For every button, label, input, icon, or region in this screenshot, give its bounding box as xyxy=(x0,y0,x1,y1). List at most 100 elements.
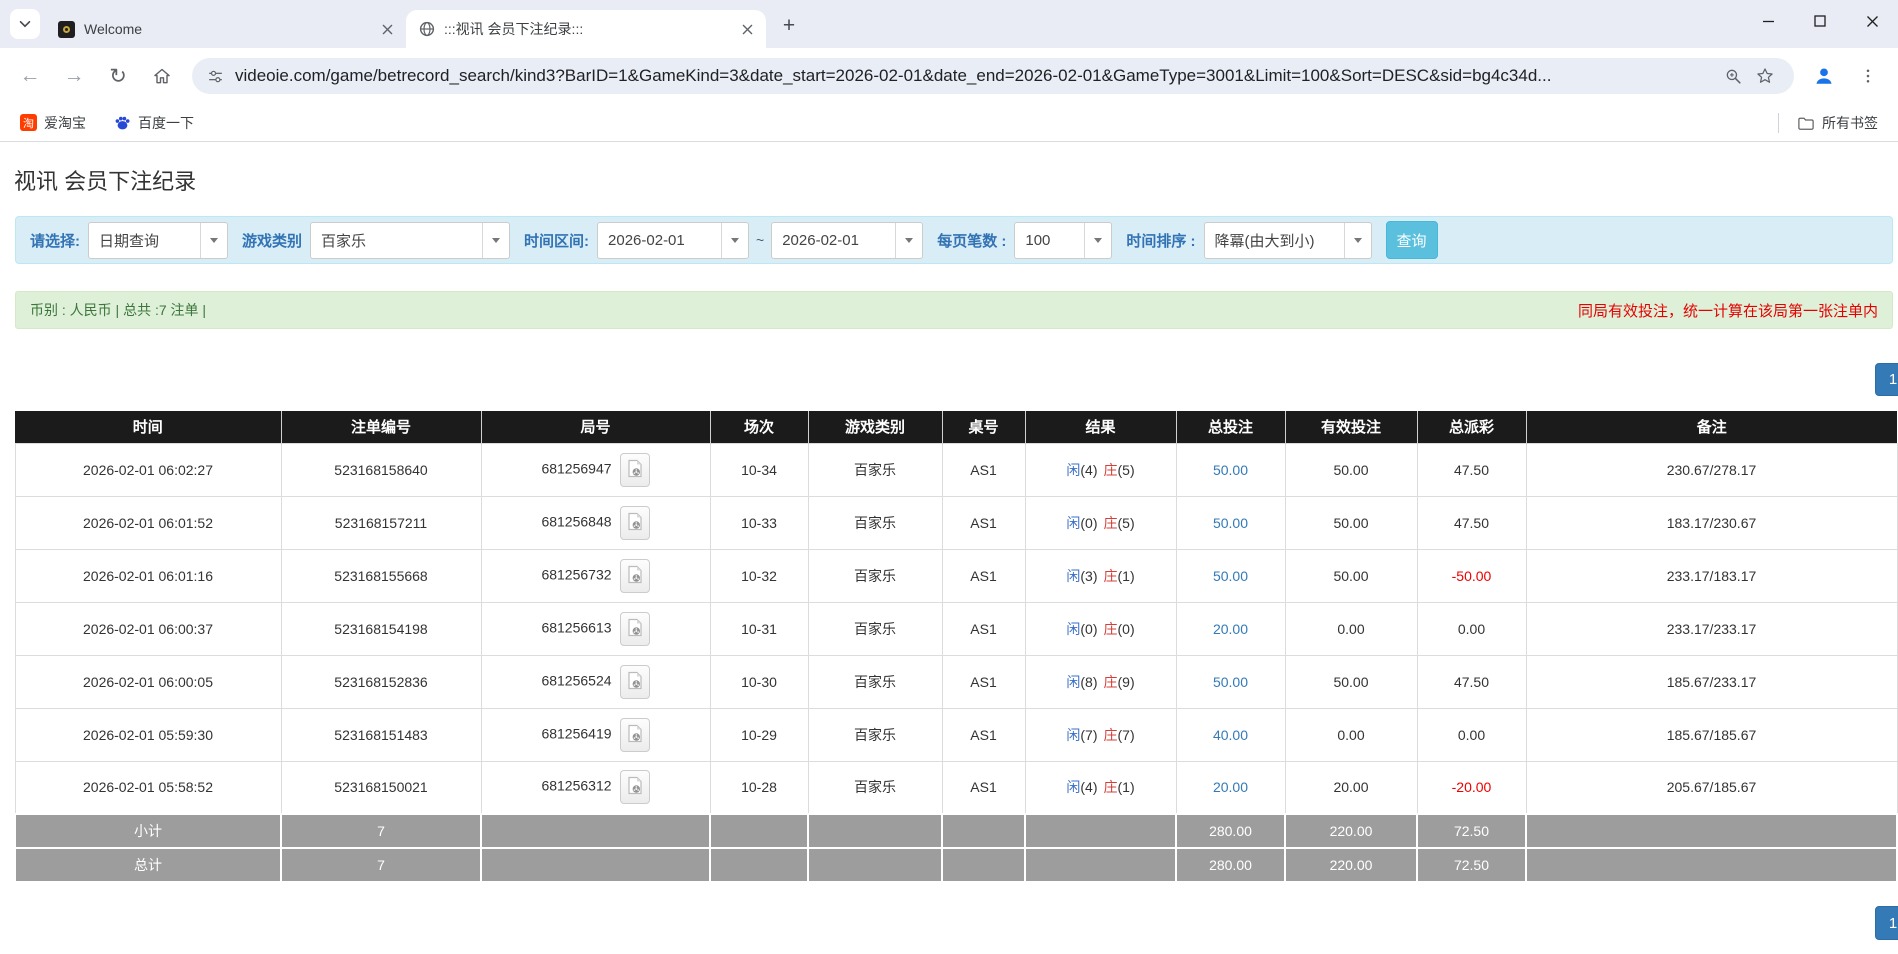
table-row: 2026-02-01 06:02:27 523168158640 681256947… xyxy=(14,442,1898,497)
video-replay-button[interactable] xyxy=(619,664,650,699)
cell-valid-bet: 20.00 xyxy=(1284,760,1418,815)
col-round-number: 局号 xyxy=(481,411,711,443)
tab-strip: Welcome :::视讯 会员下注纪录::: + xyxy=(0,0,1898,48)
kebab-menu-icon xyxy=(1866,69,1870,83)
sort-select[interactable]: 降冪(由大到小) xyxy=(1203,221,1372,259)
url-text[interactable]: videoie.com/game/betrecord_search/kind3?… xyxy=(235,66,1716,86)
tab-search-button[interactable] xyxy=(10,9,40,39)
round-number: 681256419 xyxy=(541,725,612,742)
cell-total-bet[interactable]: 20.00 xyxy=(1175,601,1286,656)
video-replay-button[interactable] xyxy=(619,558,650,593)
search-button[interactable]: 查询 xyxy=(1385,221,1438,259)
result-player-score: (8) xyxy=(1080,673,1098,690)
cell-round-number: 681256419 xyxy=(480,707,711,762)
cell-time: 2026-02-01 06:00:37 xyxy=(14,601,282,656)
cell-total-bet[interactable]: 50.00 xyxy=(1175,495,1286,550)
date-mode-select[interactable]: 日期查询 xyxy=(88,221,228,259)
cell-payout: -20.00 xyxy=(1416,760,1527,815)
table-row: 2026-02-01 05:58:52 523168150021 681256312… xyxy=(14,760,1898,815)
cell-game-kind: 百家乐 xyxy=(807,548,943,603)
cell-total-bet[interactable]: 50.00 xyxy=(1175,442,1286,497)
tab-close-icon[interactable] xyxy=(378,20,396,38)
bookmark-label: 百度一下 xyxy=(138,114,194,131)
film-document-icon xyxy=(627,724,643,746)
subtotal-empty-cell xyxy=(1024,813,1177,849)
subtotal-total-bet: 280.00 xyxy=(1175,813,1286,849)
round-number: 681256848 xyxy=(541,513,612,530)
minimize-button[interactable] xyxy=(1742,6,1794,36)
forward-button[interactable]: → xyxy=(55,57,93,95)
per-page-value: 100 xyxy=(1025,231,1051,249)
filter-bar: 请选择: 日期查询 游戏类别 百家乐 时间区间: 2026-02-01 ~ 20… xyxy=(15,216,1893,264)
cell-total-bet[interactable]: 40.00 xyxy=(1175,707,1286,762)
back-button[interactable]: ← xyxy=(11,57,49,95)
tab-bet-records[interactable]: :::视讯 会员下注纪录::: xyxy=(406,10,766,48)
subtotal-payout: 72.50 xyxy=(1416,813,1527,849)
cell-game-kind: 百家乐 xyxy=(807,654,943,709)
globe-favicon-icon xyxy=(418,21,435,38)
per-page-select[interactable]: 100 xyxy=(1014,221,1113,259)
home-button[interactable] xyxy=(143,57,181,95)
grand-total-empty-cell xyxy=(1525,847,1898,883)
browser-menu-button[interactable] xyxy=(1849,57,1887,95)
cell-payout: 0.00 xyxy=(1416,601,1527,656)
grand-total-total-bet: 280.00 xyxy=(1175,847,1286,883)
video-replay-button[interactable] xyxy=(619,717,650,752)
tab-welcome[interactable]: Welcome xyxy=(46,10,406,48)
video-replay-button[interactable] xyxy=(619,611,650,646)
bookmark-star-icon[interactable] xyxy=(1750,61,1780,91)
page-1-button[interactable]: 1 xyxy=(1875,363,1898,396)
cell-table-number: AS1 xyxy=(941,601,1026,656)
new-tab-button[interactable]: + xyxy=(774,11,804,41)
close-window-button[interactable] xyxy=(1846,6,1898,36)
address-bar[interactable]: videoie.com/game/betrecord_search/kind3?… xyxy=(192,58,1794,94)
cell-bet-number: 523168150021 xyxy=(280,760,482,815)
result-banker-score: (5) xyxy=(1117,461,1135,478)
zoom-page-icon[interactable] xyxy=(1718,61,1748,91)
all-bookmarks-button[interactable]: 所有书签 xyxy=(1789,109,1886,137)
table-header-row: 时间 注单编号 局号 场次 游戏类别 桌号 结果 总投注 有效投注 总派彩 备注 xyxy=(15,411,1897,443)
video-replay-button[interactable] xyxy=(619,505,650,540)
round-number: 681256947 xyxy=(541,460,612,477)
maximize-button[interactable] xyxy=(1794,6,1846,36)
home-icon xyxy=(154,68,170,84)
cell-valid-bet: 50.00 xyxy=(1284,442,1418,497)
cell-round-number: 681256848 xyxy=(480,495,711,550)
all-bookmarks-label: 所有书签 xyxy=(1822,114,1878,131)
cell-session: 10-30 xyxy=(709,654,809,709)
subtotal-empty-cell xyxy=(709,813,809,849)
profile-avatar[interactable] xyxy=(1805,57,1843,95)
video-replay-button[interactable] xyxy=(619,452,650,487)
sort-value: 降冪(由大到小) xyxy=(1214,232,1315,250)
video-replay-button[interactable] xyxy=(619,770,650,805)
result-banker-score: (1) xyxy=(1117,567,1135,584)
date-start-select[interactable]: 2026-02-01 xyxy=(597,221,750,259)
cell-total-bet[interactable]: 50.00 xyxy=(1175,548,1286,603)
reload-button[interactable]: ↻ xyxy=(99,57,137,95)
result-banker-score: (9) xyxy=(1117,673,1135,690)
date-end-select[interactable]: 2026-02-01 xyxy=(771,221,924,259)
round-number: 681256524 xyxy=(541,672,612,689)
cell-total-bet[interactable]: 20.00 xyxy=(1175,760,1286,815)
cell-bet-number: 523168154198 xyxy=(280,601,482,656)
cell-time: 2026-02-01 05:59:30 xyxy=(14,707,282,762)
cell-game-kind: 百家乐 xyxy=(807,495,943,550)
cell-time: 2026-02-01 06:00:05 xyxy=(14,654,282,709)
subtotal-count: 7 xyxy=(280,813,482,849)
cell-valid-bet: 0.00 xyxy=(1284,707,1418,762)
tab-close-icon[interactable] xyxy=(738,20,756,38)
cell-result: 闲(0) 庄(5) xyxy=(1024,495,1177,550)
result-player: 闲 xyxy=(1066,779,1081,796)
cell-game-kind: 百家乐 xyxy=(807,601,943,656)
game-kind-select[interactable]: 百家乐 xyxy=(310,221,511,259)
taobao-icon: 淘 xyxy=(20,114,37,131)
result-banker: 庄 xyxy=(1103,620,1118,637)
result-player-score: (0) xyxy=(1080,620,1098,637)
bookmark-taobao[interactable]: 淘 爱淘宝 xyxy=(12,109,94,137)
cell-total-bet[interactable]: 50.00 xyxy=(1175,654,1286,709)
result-banker-score: (5) xyxy=(1117,514,1135,531)
cell-session: 10-29 xyxy=(709,707,809,762)
page-1-button[interactable]: 1 xyxy=(1875,906,1898,940)
site-settings-icon[interactable] xyxy=(206,67,225,86)
bookmark-baidu[interactable]: 百度一下 xyxy=(106,109,202,137)
